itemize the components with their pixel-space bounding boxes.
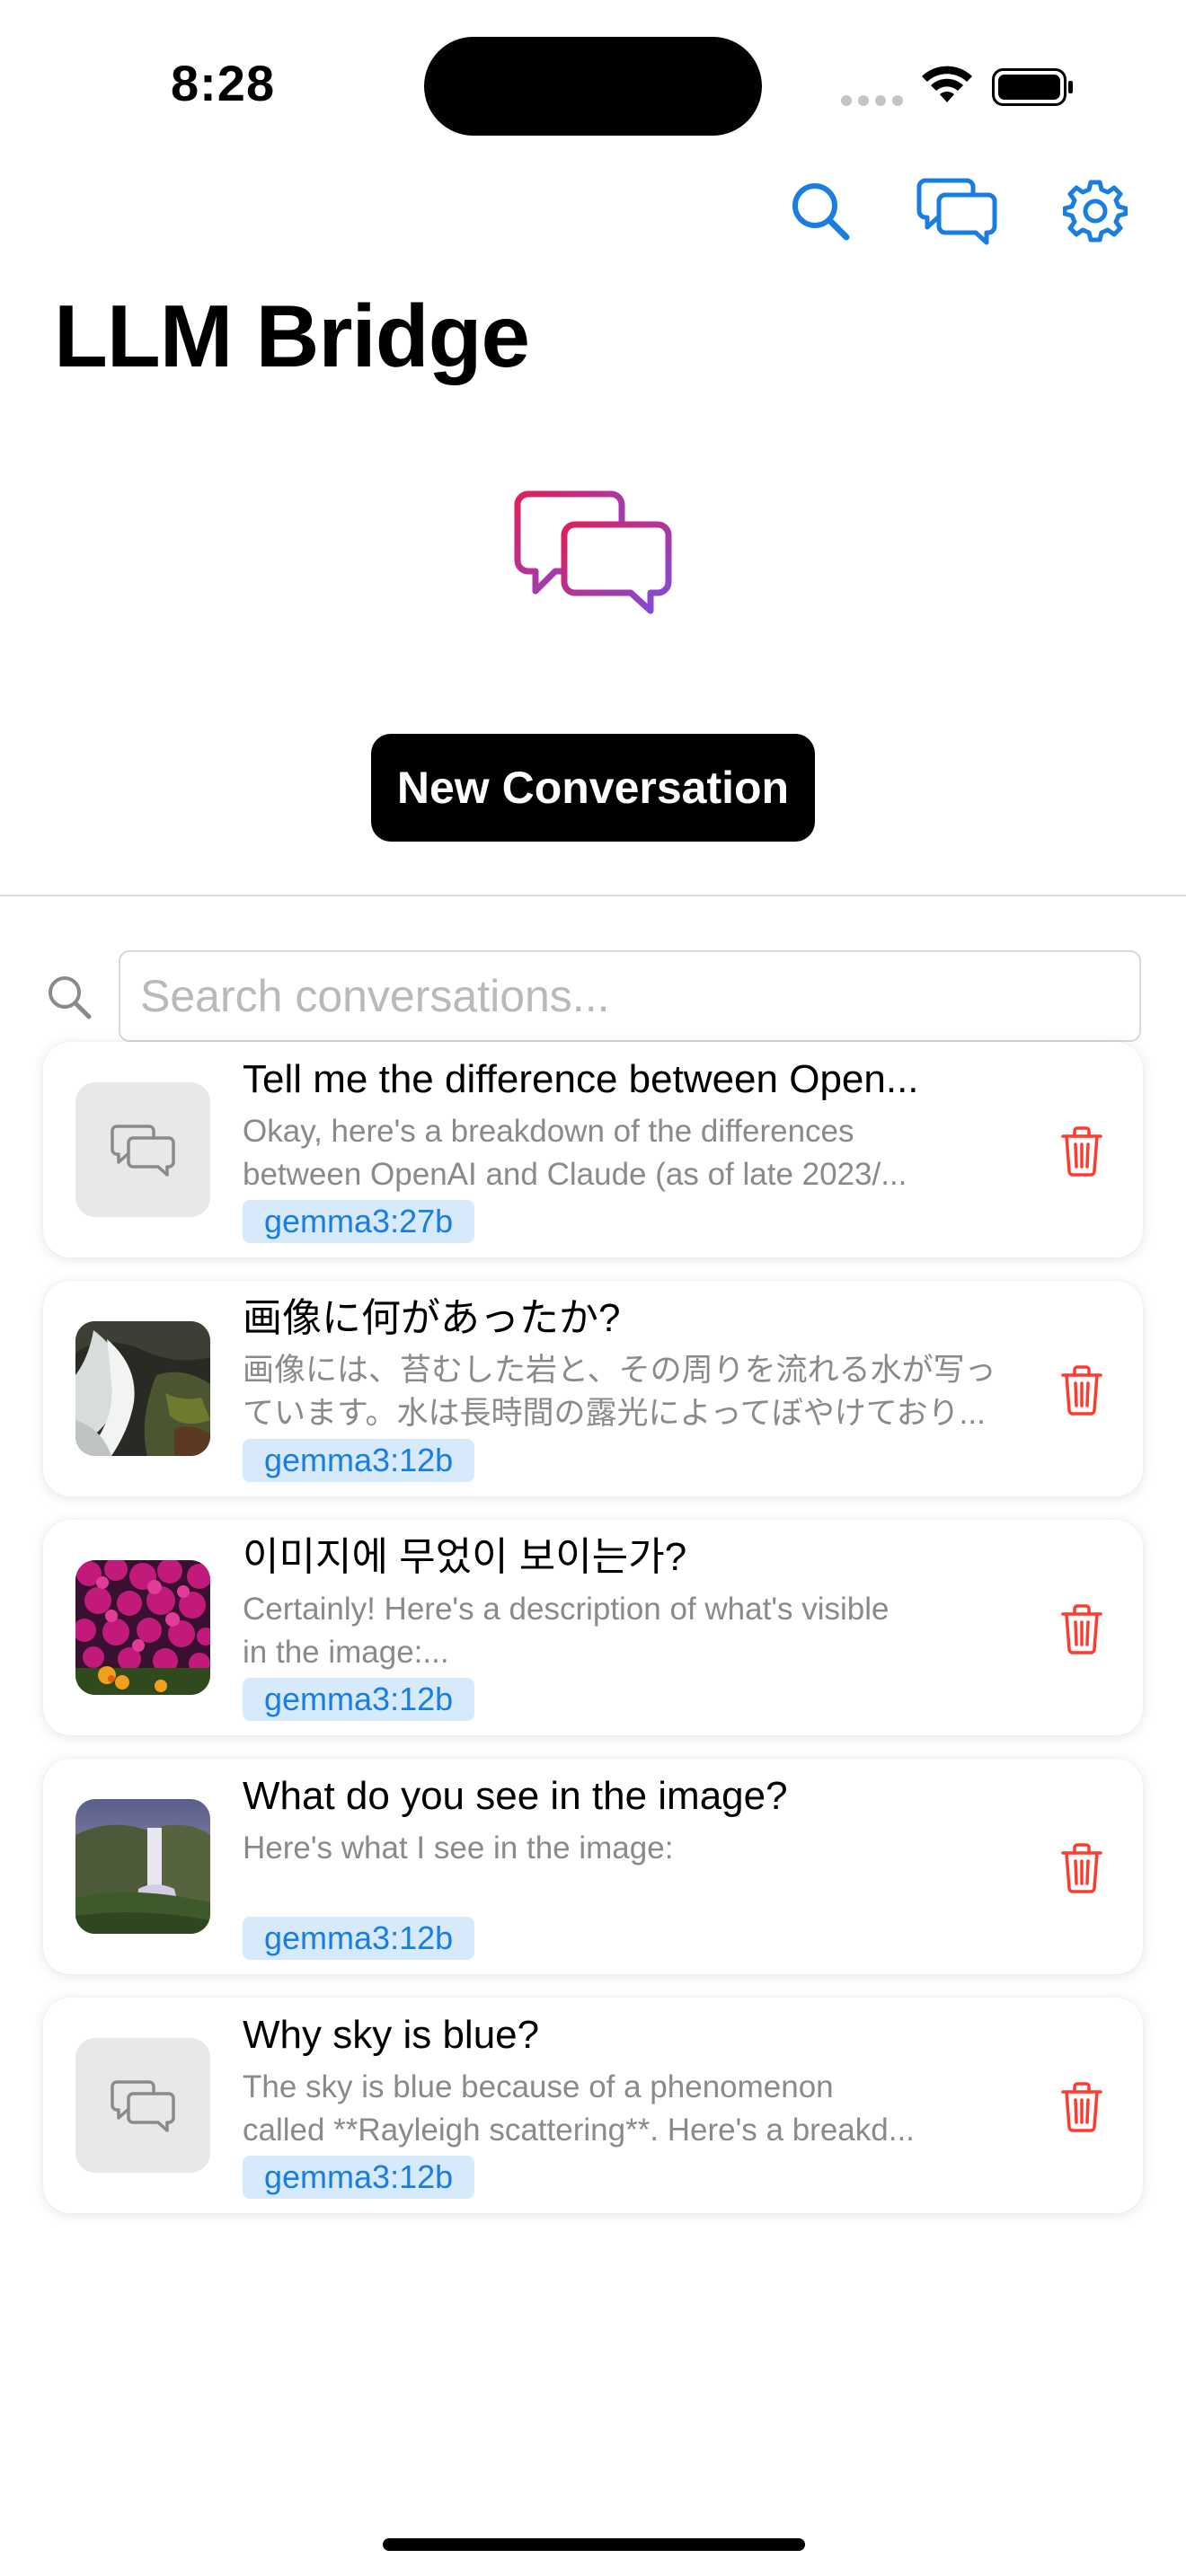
conversation-title: Why sky is blue? bbox=[243, 2013, 540, 2057]
divider bbox=[0, 895, 1186, 896]
conversation-row[interactable]: What do you see in the image? Here's wha… bbox=[43, 1759, 1143, 1974]
search-button[interactable] bbox=[780, 171, 861, 251]
dynamic-island bbox=[424, 37, 762, 136]
model-badge: gemma3:27b bbox=[243, 1200, 475, 1243]
page-title: LLM Bridge bbox=[54, 287, 530, 385]
trash-icon bbox=[1061, 1604, 1102, 1654]
conversation-title: 画像に何があったか? bbox=[243, 1296, 621, 1340]
conversation-preview: Here's what I see in the image: bbox=[243, 1831, 674, 1866]
model-badge: gemma3:12b bbox=[243, 1439, 475, 1482]
status-time: 8:28 bbox=[171, 55, 276, 111]
conversation-preview: The sky is blue because of a phenomenon … bbox=[243, 2069, 915, 2148]
conversation-row[interactable]: Why sky is blue? The sky is blue because… bbox=[43, 1998, 1143, 2213]
cellular-signal-icon bbox=[841, 95, 903, 106]
trash-icon bbox=[1061, 1843, 1102, 1893]
delete-button[interactable] bbox=[1055, 1362, 1109, 1419]
conversation-row[interactable]: 이미지에 무었이 보이는가? Certainly! Here's a descr… bbox=[43, 1520, 1143, 1735]
trash-icon bbox=[1061, 2082, 1102, 2132]
home-indicator[interactable] bbox=[383, 2538, 805, 2551]
conversation-title: What do you see in the image? bbox=[243, 1774, 788, 1818]
conversation-row[interactable]: Tell me the difference between Open... O… bbox=[43, 1042, 1143, 1257]
chat-placeholder-icon bbox=[75, 1082, 210, 1217]
settings-button[interactable] bbox=[1055, 171, 1136, 251]
search-icon bbox=[792, 183, 850, 241]
pink-flowers-photo bbox=[75, 1560, 210, 1695]
delete-button[interactable] bbox=[1055, 1601, 1109, 1658]
chat-bubbles-icon bbox=[916, 178, 997, 245]
chat-placeholder-icon bbox=[75, 2038, 210, 2173]
conversation-preview: Certainly! Here's a description of what'… bbox=[243, 1592, 890, 1670]
model-badge: gemma3:12b bbox=[243, 1678, 475, 1721]
trash-icon bbox=[1061, 1365, 1102, 1416]
new-chat-button[interactable] bbox=[916, 171, 997, 251]
new-conversation-button[interactable]: New Conversation bbox=[371, 734, 815, 842]
delete-button[interactable] bbox=[1055, 1123, 1109, 1180]
waterfall-rocks-photo bbox=[75, 1321, 210, 1456]
delete-button[interactable] bbox=[1055, 1839, 1109, 1897]
wifi-icon bbox=[922, 66, 972, 102]
conversation-preview: Okay, here's a breakdown of the differen… bbox=[243, 1114, 907, 1192]
search-icon bbox=[49, 976, 92, 1019]
waterfall-landscape-photo bbox=[75, 1799, 210, 1934]
trash-icon bbox=[1061, 1126, 1102, 1177]
battery-icon bbox=[992, 68, 1073, 106]
gear-icon bbox=[1063, 180, 1128, 243]
conversation-title: Tell me the difference between Open... bbox=[243, 1057, 919, 1101]
chat-bubbles-gradient-icon bbox=[514, 490, 672, 614]
conversation-title: 이미지에 무었이 보이는가? bbox=[243, 1535, 687, 1579]
model-badge: gemma3:12b bbox=[243, 2156, 475, 2199]
status-indicators bbox=[841, 63, 1084, 108]
search-conversations-input[interactable] bbox=[119, 950, 1141, 1042]
conversation-row[interactable]: 画像に何があったか? 画像には、苔むした岩と、その周りを流れる水が写っ ています… bbox=[43, 1281, 1143, 1496]
model-badge: gemma3:12b bbox=[243, 1917, 475, 1960]
delete-button[interactable] bbox=[1055, 2078, 1109, 2136]
conversation-preview: 画像には、苔むした岩と、その周りを流れる水が写っ ています。水は長時間の露光によ… bbox=[243, 1353, 996, 1431]
